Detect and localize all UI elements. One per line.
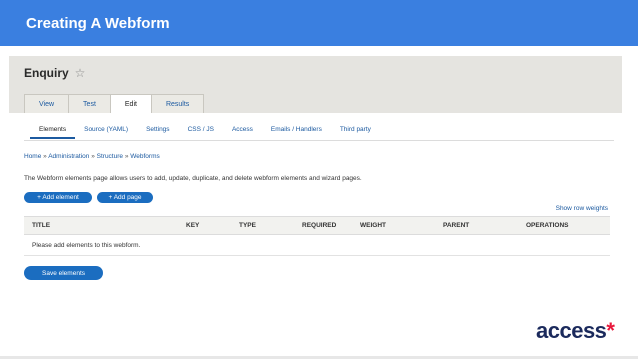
- table-row: Please add elements to this webform.: [24, 235, 610, 256]
- brand-name: access: [536, 318, 607, 343]
- primary-tabs: View Test Edit Results: [24, 94, 205, 113]
- subtab-source-yaml[interactable]: Source (YAML): [75, 124, 137, 139]
- page-title: Enquiry: [24, 66, 69, 80]
- subtabs-divider: [24, 140, 614, 141]
- breadcrumb-administration[interactable]: Administration: [48, 153, 89, 160]
- page-description: The Webform elements page allows users t…: [24, 175, 362, 182]
- brand-asterisk: *: [606, 318, 615, 343]
- star-icon[interactable]: ☆: [75, 66, 86, 80]
- add-page-button[interactable]: + Add page: [97, 192, 153, 203]
- empty-table-message: Please add elements to this webform.: [32, 242, 141, 249]
- breadcrumb-home[interactable]: Home: [24, 153, 41, 160]
- breadcrumb-structure[interactable]: Structure: [97, 153, 123, 160]
- table-header: TITLE KEY TYPE REQUIRED WEIGHT PARENT OP…: [24, 216, 610, 235]
- subtab-elements[interactable]: Elements: [30, 124, 76, 139]
- save-elements-button[interactable]: Save elements: [24, 266, 103, 280]
- col-title: TITLE: [32, 222, 51, 229]
- slide-title: Creating A Webform: [26, 14, 170, 32]
- page-title-row: Enquiry ☆: [24, 66, 85, 80]
- col-type: TYPE: [239, 222, 256, 229]
- subtab-third-party[interactable]: Third party: [331, 124, 380, 139]
- show-row-weights-link[interactable]: Show row weights: [556, 205, 608, 212]
- subtab-settings[interactable]: Settings: [137, 124, 179, 139]
- col-weight: WEIGHT: [360, 222, 386, 229]
- tab-results[interactable]: Results: [150, 94, 205, 113]
- secondary-tabs: Elements Source (YAML) Settings CSS / JS…: [30, 124, 380, 139]
- subtab-access[interactable]: Access: [223, 124, 262, 139]
- tab-view[interactable]: View: [24, 94, 70, 113]
- col-required: REQUIRED: [302, 222, 337, 229]
- access-logo: access*: [536, 318, 615, 344]
- col-operations: OPERATIONS: [526, 222, 569, 229]
- breadcrumb-webforms[interactable]: Webforms: [130, 153, 160, 160]
- tab-test[interactable]: Test: [68, 94, 111, 113]
- subtab-emails-handlers[interactable]: Emails / Handlers: [262, 124, 331, 139]
- tab-edit[interactable]: Edit: [109, 94, 152, 113]
- subtab-css-js[interactable]: CSS / JS: [179, 124, 223, 139]
- col-key: KEY: [186, 222, 200, 229]
- slide-header: Creating A Webform: [0, 0, 638, 46]
- elements-table: TITLE KEY TYPE REQUIRED WEIGHT PARENT OP…: [24, 216, 610, 256]
- add-element-button[interactable]: + Add element: [24, 192, 92, 203]
- col-parent: PARENT: [443, 222, 470, 229]
- breadcrumb: Home » Administration » Structure » Webf…: [24, 153, 160, 160]
